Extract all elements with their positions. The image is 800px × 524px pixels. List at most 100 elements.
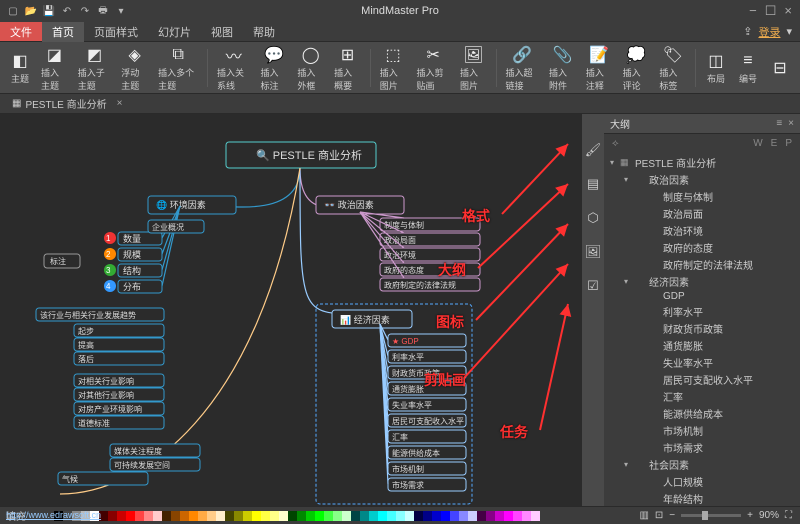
- ribbon-布局[interactable]: ◫布局: [702, 49, 730, 86]
- qat-new-icon[interactable]: ▢: [6, 4, 20, 18]
- swatch[interactable]: [153, 511, 162, 521]
- swatch[interactable]: [495, 511, 504, 521]
- qat-undo-icon[interactable]: ↶: [60, 4, 74, 18]
- qat-save-icon[interactable]: 💾: [42, 4, 56, 18]
- swatch[interactable]: [270, 511, 279, 521]
- swatch[interactable]: [315, 511, 324, 521]
- share-icon[interactable]: ⇪: [743, 25, 752, 38]
- outline-menu-icon[interactable]: ≡: [776, 118, 782, 129]
- swatch[interactable]: [513, 511, 522, 521]
- ribbon-插入图片[interactable]: ⬚插入图片: [377, 43, 410, 93]
- tree-row[interactable]: 年龄结构: [604, 490, 800, 506]
- swatch[interactable]: [207, 511, 216, 521]
- siderail-clip-icon[interactable]: 🖼: [585, 244, 601, 260]
- tree-row[interactable]: ▾政治因素: [604, 171, 800, 188]
- swatch[interactable]: [324, 511, 333, 521]
- tree-row[interactable]: 利率水平: [604, 303, 800, 320]
- login-button[interactable]: 登录: [758, 24, 780, 40]
- swatch[interactable]: [108, 511, 117, 521]
- swatch[interactable]: [351, 511, 360, 521]
- swatch[interactable]: [405, 511, 414, 521]
- swatch[interactable]: [504, 511, 513, 521]
- tree-row[interactable]: 政治环境: [604, 222, 800, 239]
- swatch[interactable]: [126, 511, 135, 521]
- ribbon-插入主题[interactable]: ◪插入主题: [38, 43, 71, 93]
- zoom-out-icon[interactable]: −: [669, 510, 675, 521]
- swatch[interactable]: [441, 511, 450, 521]
- tree-row[interactable]: 制度与体制: [604, 188, 800, 205]
- swatch[interactable]: [531, 511, 540, 521]
- maximize-icon[interactable]: ☐: [765, 3, 777, 19]
- menu-tab-1[interactable]: 页面样式: [84, 22, 148, 42]
- swatch[interactable]: [252, 511, 261, 521]
- menu-tab-4[interactable]: 帮助: [243, 22, 285, 42]
- tree-row[interactable]: ▾经济因素: [604, 273, 800, 290]
- ribbon-插入超链接[interactable]: 🔗插入超链接: [503, 43, 543, 93]
- tree-row[interactable]: 政府制定的法律法规: [604, 256, 800, 273]
- ribbon-主题[interactable]: ◧主题: [6, 49, 34, 86]
- ribbon-浮动主题[interactable]: ◈浮动主题: [118, 43, 151, 93]
- tree-row[interactable]: GDP: [604, 290, 800, 303]
- swatch[interactable]: [288, 511, 297, 521]
- tree-row[interactable]: 人口规模: [604, 473, 800, 490]
- zoom-in-icon[interactable]: +: [747, 510, 753, 521]
- ribbon-插入关系线[interactable]: 〰插入关系线: [214, 43, 254, 93]
- menu-dropdown-icon[interactable]: ▾: [786, 25, 792, 38]
- swatch[interactable]: [522, 511, 531, 521]
- siderail-brush-icon[interactable]: 🖌: [585, 142, 601, 158]
- ribbon-插入概要[interactable]: ⊞插入概要: [331, 43, 364, 93]
- ribbon-插入注释[interactable]: 📝插入注释: [583, 43, 616, 93]
- swatch[interactable]: [378, 511, 387, 521]
- qat-print-icon[interactable]: 🖶: [96, 4, 110, 18]
- swatch[interactable]: [234, 511, 243, 521]
- swatch[interactable]: [135, 511, 144, 521]
- swatch[interactable]: [369, 511, 378, 521]
- outline-tree[interactable]: ▾▦PESTLE 商业分析▾政治因素制度与体制政治局面政治环境政府的态度政府制定…: [604, 152, 800, 506]
- swatch[interactable]: [243, 511, 252, 521]
- ribbon-插入多个主题[interactable]: ⧉插入多个主题: [155, 43, 201, 93]
- swatch[interactable]: [486, 511, 495, 521]
- menu-tab-3[interactable]: 视图: [201, 22, 243, 42]
- swatch[interactable]: [279, 511, 288, 521]
- tree-row[interactable]: 政府的态度: [604, 239, 800, 256]
- qat-redo-icon[interactable]: ↷: [78, 4, 92, 18]
- ribbon-插入标签[interactable]: 🏷插入标签: [656, 43, 689, 93]
- ribbon-编号[interactable]: ≡编号: [734, 49, 762, 86]
- menu-tab-0[interactable]: 首页: [42, 22, 84, 42]
- swatch[interactable]: [261, 511, 270, 521]
- siderail-badge-icon[interactable]: ⬡: [585, 210, 601, 226]
- swatch[interactable]: [180, 511, 189, 521]
- swatch[interactable]: [396, 511, 405, 521]
- outline-tool-P[interactable]: P: [785, 138, 792, 149]
- outline-close-icon[interactable]: ×: [788, 118, 794, 129]
- swatch[interactable]: [432, 511, 441, 521]
- swatch[interactable]: [162, 511, 171, 521]
- ribbon-item[interactable]: ⊟: [766, 56, 794, 80]
- swatch[interactable]: [306, 511, 315, 521]
- swatch[interactable]: [387, 511, 396, 521]
- menu-tab-2[interactable]: 幻灯片: [148, 22, 201, 42]
- close-icon[interactable]: ×: [784, 3, 792, 19]
- siderail-task-icon[interactable]: ☑: [585, 278, 601, 294]
- swatch[interactable]: [225, 511, 234, 521]
- siderail-list-icon[interactable]: ▤: [585, 176, 601, 192]
- tree-row[interactable]: 居民可支配收入水平: [604, 371, 800, 388]
- swatch[interactable]: [360, 511, 369, 521]
- qat-open-icon[interactable]: 📂: [24, 4, 38, 18]
- swatch[interactable]: [450, 511, 459, 521]
- document-tab[interactable]: ▦ PESTLE 商业分析 ×: [6, 94, 128, 113]
- ribbon-插入评论[interactable]: 💭插入评论: [620, 43, 653, 93]
- view-page-icon[interactable]: ▥: [639, 510, 648, 521]
- swatch[interactable]: [216, 511, 225, 521]
- minimize-icon[interactable]: −: [749, 3, 757, 19]
- tree-row[interactable]: 市场机制: [604, 422, 800, 439]
- outline-tool-W[interactable]: W: [753, 138, 762, 149]
- ribbon-插入图片[interactable]: 🖼插入图片: [457, 43, 490, 93]
- swatch[interactable]: [144, 511, 153, 521]
- tree-row[interactable]: 汇率: [604, 388, 800, 405]
- view-fit-icon[interactable]: ⊡: [655, 510, 663, 521]
- tree-row[interactable]: 财政货币政策: [604, 320, 800, 337]
- document-tab-close-icon[interactable]: ×: [117, 98, 123, 109]
- qat-dropdown-icon[interactable]: ▾: [114, 4, 128, 18]
- tree-row[interactable]: ▾▦PESTLE 商业分析: [604, 154, 800, 171]
